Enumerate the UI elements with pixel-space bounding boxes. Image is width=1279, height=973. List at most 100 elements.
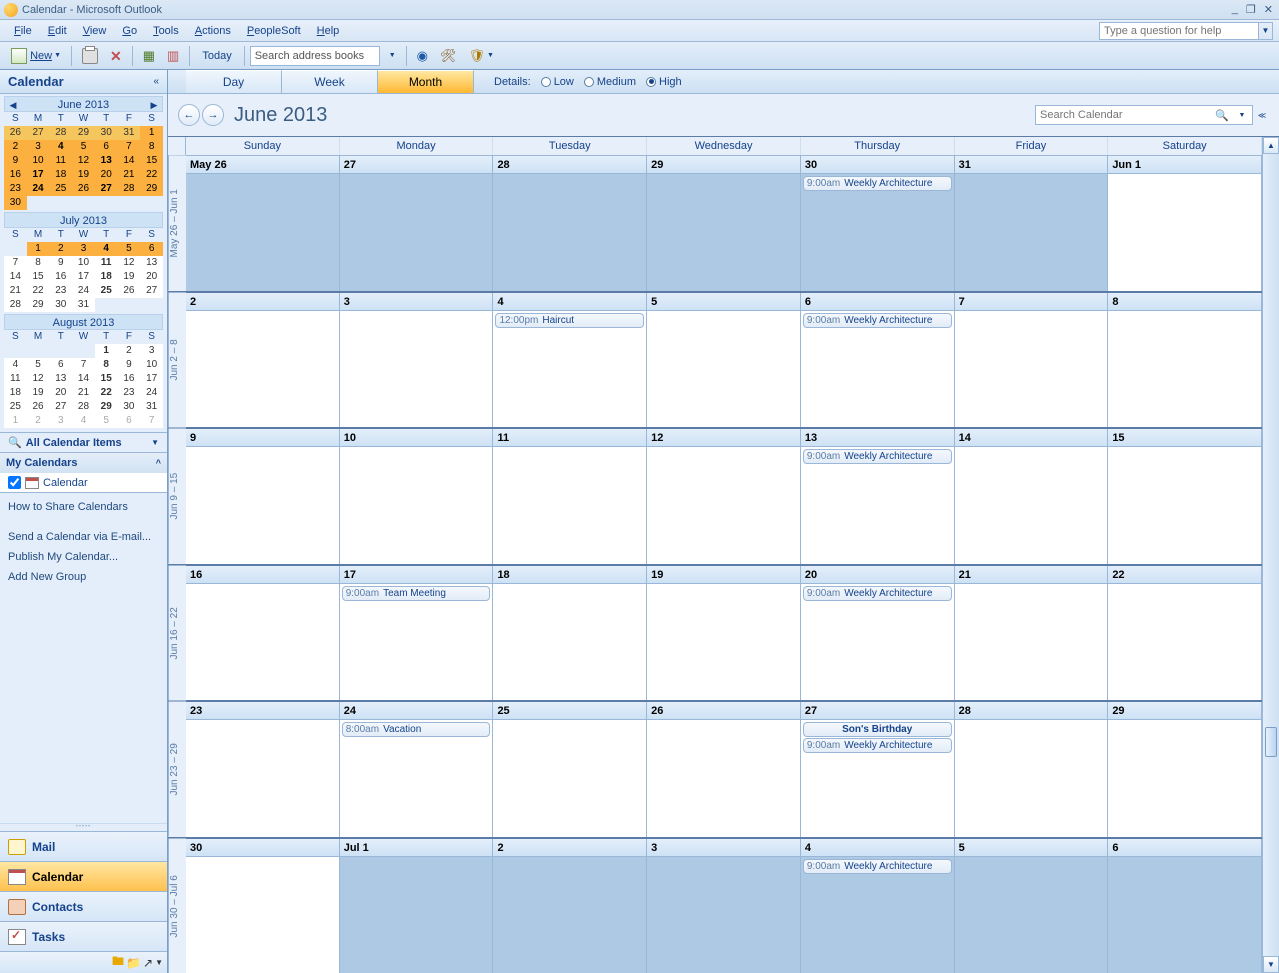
mini-day[interactable]: 6 bbox=[118, 414, 141, 428]
mini-day[interactable]: 27 bbox=[140, 284, 163, 298]
search-icon[interactable]: 🔍 bbox=[1212, 109, 1232, 122]
calendar-checkbox[interactable]: Calendar bbox=[0, 473, 167, 492]
mini-day[interactable]: 31 bbox=[140, 400, 163, 414]
mini-day[interactable]: 7 bbox=[140, 414, 163, 428]
week-label[interactable]: Jun 16 – 22 bbox=[168, 566, 186, 701]
day-number[interactable]: 12 bbox=[647, 429, 800, 447]
mini-day[interactable]: 25 bbox=[95, 284, 118, 298]
categorize-button[interactable]: ▦ bbox=[138, 45, 160, 67]
mini-day[interactable]: 16 bbox=[49, 270, 72, 284]
calendar-check[interactable] bbox=[8, 476, 21, 489]
day-cell[interactable]: 6 bbox=[1108, 839, 1262, 973]
mini-day[interactable]: 8 bbox=[140, 140, 163, 154]
mini-cal-title[interactable]: ◀June 2013▶ bbox=[4, 96, 163, 112]
day-cell[interactable]: May 26 bbox=[186, 156, 340, 291]
day-number[interactable]: 4 bbox=[493, 293, 646, 311]
mini-day[interactable]: 16 bbox=[118, 372, 141, 386]
mini-day[interactable]: 24 bbox=[72, 284, 95, 298]
mini-day[interactable]: 3 bbox=[72, 242, 95, 256]
day-number[interactable]: 6 bbox=[1108, 839, 1261, 857]
day-cell[interactable]: 28 bbox=[955, 702, 1109, 837]
mini-day[interactable]: 26 bbox=[4, 126, 27, 140]
appointment[interactable]: 9:00amWeekly Architecture bbox=[803, 313, 952, 328]
detail-high[interactable]: High bbox=[646, 76, 682, 88]
mini-day[interactable]: 30 bbox=[4, 196, 27, 210]
mini-day[interactable]: 23 bbox=[118, 386, 141, 400]
mini-day[interactable]: 18 bbox=[4, 386, 27, 400]
day-cell[interactable]: 30 bbox=[186, 839, 340, 973]
day-cell[interactable]: 14 bbox=[955, 429, 1109, 564]
mini-day[interactable]: 10 bbox=[72, 256, 95, 270]
day-number[interactable]: 19 bbox=[647, 566, 800, 584]
mini-day[interactable]: 22 bbox=[27, 284, 50, 298]
day-cell[interactable]: 21 bbox=[955, 566, 1109, 701]
day-number[interactable]: 29 bbox=[1108, 702, 1261, 720]
view-tab-week[interactable]: Week bbox=[282, 70, 378, 93]
day-cell[interactable]: 29 bbox=[1108, 702, 1262, 837]
mini-day[interactable]: 9 bbox=[49, 256, 72, 270]
help-input[interactable] bbox=[1099, 22, 1259, 40]
mini-day[interactable]: 18 bbox=[95, 270, 118, 284]
mini-day[interactable]: 11 bbox=[49, 154, 72, 168]
day-number[interactable]: 23 bbox=[186, 702, 339, 720]
search-dropdown[interactable]: ▼ bbox=[1232, 112, 1252, 119]
day-number[interactable]: 27 bbox=[340, 156, 493, 174]
day-cell[interactable]: 27 bbox=[340, 156, 494, 291]
mini-day[interactable]: 30 bbox=[118, 400, 141, 414]
appointment[interactable]: 8:00amVacation bbox=[342, 722, 491, 737]
mini-day[interactable]: 24 bbox=[140, 386, 163, 400]
mini-day[interactable]: 13 bbox=[140, 256, 163, 270]
calendar-search[interactable]: 🔍 ▼ bbox=[1035, 105, 1253, 125]
day-number[interactable]: 3 bbox=[647, 839, 800, 857]
week-label[interactable]: Jun 9 – 15 bbox=[168, 429, 186, 564]
nav-tasks[interactable]: Tasks bbox=[0, 921, 167, 951]
day-number[interactable]: 9 bbox=[186, 429, 339, 447]
address-dropdown[interactable]: ▼ bbox=[382, 49, 401, 62]
day-cell[interactable]: 49:00amWeekly Architecture bbox=[801, 839, 955, 973]
mini-day[interactable]: 5 bbox=[72, 140, 95, 154]
day-number[interactable]: 30 bbox=[186, 839, 339, 857]
help-dropdown[interactable]: ▼ bbox=[1259, 22, 1273, 40]
my-calendars-header[interactable]: My Calendars^ bbox=[0, 453, 167, 473]
appointment[interactable]: 9:00amWeekly Architecture bbox=[803, 449, 952, 464]
mini-day[interactable]: 2 bbox=[4, 140, 27, 154]
week-label[interactable]: Jun 30 – Jul 6 bbox=[168, 839, 186, 973]
week-label[interactable]: Jun 2 – 8 bbox=[168, 293, 186, 428]
all-calendar-items[interactable]: 🔍 All Calendar Items ▼ bbox=[0, 433, 167, 452]
day-number[interactable]: 5 bbox=[955, 839, 1108, 857]
appointment[interactable]: 9:00amWeekly Architecture bbox=[803, 738, 952, 753]
mini-day[interactable]: 20 bbox=[95, 168, 118, 182]
mini-day[interactable]: 23 bbox=[4, 182, 27, 196]
menu-view[interactable]: View bbox=[75, 23, 115, 39]
day-cell[interactable]: 3 bbox=[340, 293, 494, 428]
mini-day[interactable]: 19 bbox=[118, 270, 141, 284]
appointment[interactable]: Son's Birthday bbox=[803, 722, 952, 737]
mini-day[interactable]: 8 bbox=[95, 358, 118, 372]
day-number[interactable]: 18 bbox=[493, 566, 646, 584]
day-cell[interactable]: 5 bbox=[955, 839, 1109, 973]
day-cell[interactable]: 9 bbox=[186, 429, 340, 564]
mini-day[interactable]: 31 bbox=[118, 126, 141, 140]
mini-day[interactable]: 17 bbox=[72, 270, 95, 284]
mini-day[interactable]: 5 bbox=[95, 414, 118, 428]
day-cell[interactable]: 13 9:00amWeekly Architecture bbox=[801, 429, 955, 564]
day-cell[interactable]: 2 bbox=[493, 839, 647, 973]
day-cell[interactable]: 16 bbox=[186, 566, 340, 701]
minimize-button[interactable]: _ bbox=[1230, 3, 1240, 16]
day-number[interactable]: 25 bbox=[493, 702, 646, 720]
day-number[interactable]: 11 bbox=[493, 429, 646, 447]
mini-day[interactable]: 20 bbox=[140, 270, 163, 284]
mini-day[interactable]: 25 bbox=[49, 182, 72, 196]
mini-cal-title[interactable]: July 2013 bbox=[4, 212, 163, 228]
mini-day[interactable]: 21 bbox=[72, 386, 95, 400]
mini-cal-title[interactable]: August 2013 bbox=[4, 314, 163, 330]
mini-day[interactable]: 5 bbox=[118, 242, 141, 256]
day-number[interactable]: 2 bbox=[493, 839, 646, 857]
drag-grip[interactable]: ••••• bbox=[0, 823, 167, 831]
calendar-search-input[interactable] bbox=[1036, 109, 1212, 121]
mini-day[interactable]: 28 bbox=[4, 298, 27, 312]
day-number[interactable]: 13 bbox=[801, 429, 954, 447]
mini-day[interactable]: 17 bbox=[140, 372, 163, 386]
mini-day[interactable]: 4 bbox=[72, 414, 95, 428]
view-tab-day[interactable]: Day bbox=[186, 70, 282, 93]
